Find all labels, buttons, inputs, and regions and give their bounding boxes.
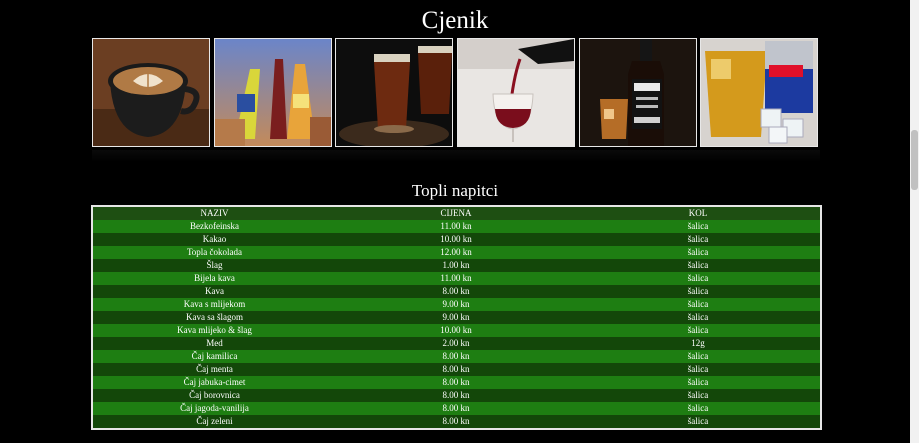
- header-price: CIJENA: [336, 206, 576, 220]
- item-qty-cell: šalica: [576, 220, 821, 233]
- item-qty-cell: šalica: [576, 298, 821, 311]
- item-price-cell: 9.00 kn: [336, 311, 576, 324]
- item-qty-cell: šalica: [576, 415, 821, 429]
- table-row: Med 2.00 kn 12g: [92, 337, 821, 350]
- item-name-cell: Čaj borovnica: [92, 389, 336, 402]
- item-price-cell: 10.00 kn: [336, 324, 576, 337]
- gallery-divider: [92, 150, 820, 162]
- fanta-bottles-photo: [214, 38, 332, 147]
- item-name-cell: Čaj kamilica: [92, 350, 336, 363]
- table-row: Kava 8.00 kn šalica: [92, 285, 821, 298]
- table-header-row: NAZIV CIJENA KOL: [92, 206, 821, 220]
- header-name: NAZIV: [92, 206, 336, 220]
- item-name-cell: Med: [92, 337, 336, 350]
- item-name-cell: Bijela kava: [92, 272, 336, 285]
- item-name-cell: Kakao: [92, 233, 336, 246]
- vertical-scrollbar[interactable]: [910, 0, 919, 443]
- page-title: Cjenik: [421, 7, 489, 34]
- item-price-cell: 11.00 kn: [336, 272, 576, 285]
- table-row: Bijela kava 11.00 kn šalica: [92, 272, 821, 285]
- price-table: NAZIV CIJENA KOL Bezkofeinska 11.00 kn šal…: [91, 205, 822, 430]
- item-qty-cell: šalica: [576, 363, 821, 376]
- table-row: Čaj jabuka-cimet 8.00 kn šalica: [92, 376, 821, 389]
- table-body: Bezkofeinska 11.00 kn šalica Kakao 10.00 kn š…: [92, 220, 821, 429]
- item-qty-cell: šalica: [576, 311, 821, 324]
- item-price-cell: 8.00 kn: [336, 350, 576, 363]
- item-name-cell: Čaj jabuka-cimet: [92, 376, 336, 389]
- table-row: Čaj borovnica 8.00 kn šalica: [92, 389, 821, 402]
- item-qty-cell: šalica: [576, 285, 821, 298]
- table-row: Čaj jagoda-vanilija 8.00 kn šalica: [92, 402, 821, 415]
- item-name-cell: Čaj zeleni: [92, 415, 336, 429]
- item-price-cell: 10.00 kn: [336, 233, 576, 246]
- whiskey-bottle-photo: [579, 38, 697, 147]
- drinks-gallery: [92, 38, 820, 148]
- item-price-cell: 1.00 kn: [336, 259, 576, 272]
- wine-pour-photo: [457, 38, 575, 147]
- item-qty-cell: šalica: [576, 259, 821, 272]
- item-price-cell: 8.00 kn: [336, 389, 576, 402]
- item-price-cell: 8.00 kn: [336, 402, 576, 415]
- item-price-cell: 8.00 kn: [336, 363, 576, 376]
- item-name-cell: Čaj menta: [92, 363, 336, 376]
- table-row: Kava mlijeko & šlag 10.00 kn šalica: [92, 324, 821, 337]
- item-qty-cell: šalica: [576, 324, 821, 337]
- beer-glasses-photo: [335, 38, 453, 147]
- table-row: Kava sa šlagom 9.00 kn šalica: [92, 311, 821, 324]
- item-price-cell: 11.00 kn: [336, 220, 576, 233]
- page-viewport: Cjenik Topli napitci NAZIV CIJENA KOL Be…: [0, 0, 919, 443]
- scrollbar-thumb[interactable]: [911, 130, 918, 190]
- item-price-cell: 8.00 kn: [336, 415, 576, 429]
- item-name-cell: Bezkofeinska: [92, 220, 336, 233]
- item-qty-cell: šalica: [576, 389, 821, 402]
- item-qty-cell: 12g: [576, 337, 821, 350]
- table-row: Bezkofeinska 11.00 kn šalica: [92, 220, 821, 233]
- header-qty: KOL: [576, 206, 821, 220]
- table-row: Čaj zeleni 8.00 kn šalica: [92, 415, 821, 429]
- item-qty-cell: šalica: [576, 233, 821, 246]
- red-bull-photo: [700, 38, 818, 147]
- item-qty-cell: šalica: [576, 246, 821, 259]
- item-price-cell: 12.00 kn: [336, 246, 576, 259]
- coffee-photo: [92, 38, 210, 147]
- section-title: Topli napitci: [411, 181, 499, 200]
- item-price-cell: 9.00 kn: [336, 298, 576, 311]
- item-name-cell: Kava: [92, 285, 336, 298]
- table-row: Topla čokolada 12.00 kn šalica: [92, 246, 821, 259]
- item-name-cell: Šlag: [92, 259, 336, 272]
- item-price-cell: 8.00 kn: [336, 376, 576, 389]
- table-row: Čaj kamilica 8.00 kn šalica: [92, 350, 821, 363]
- table-row: Šlag 1.00 kn šalica: [92, 259, 821, 272]
- item-price-cell: 8.00 kn: [336, 285, 576, 298]
- item-qty-cell: šalica: [576, 272, 821, 285]
- item-name-cell: Kava s mlijekom: [92, 298, 336, 311]
- table-row: Kava s mlijekom 9.00 kn šalica: [92, 298, 821, 311]
- item-qty-cell: šalica: [576, 350, 821, 363]
- item-name-cell: Topla čokolada: [92, 246, 336, 259]
- table-row: Čaj menta 8.00 kn šalica: [92, 363, 821, 376]
- item-qty-cell: šalica: [576, 402, 821, 415]
- item-price-cell: 2.00 kn: [336, 337, 576, 350]
- item-name-cell: Čaj jagoda-vanilija: [92, 402, 336, 415]
- item-name-cell: Kava mlijeko & šlag: [92, 324, 336, 337]
- table-row: Kakao 10.00 kn šalica: [92, 233, 821, 246]
- item-qty-cell: šalica: [576, 376, 821, 389]
- item-name-cell: Kava sa šlagom: [92, 311, 336, 324]
